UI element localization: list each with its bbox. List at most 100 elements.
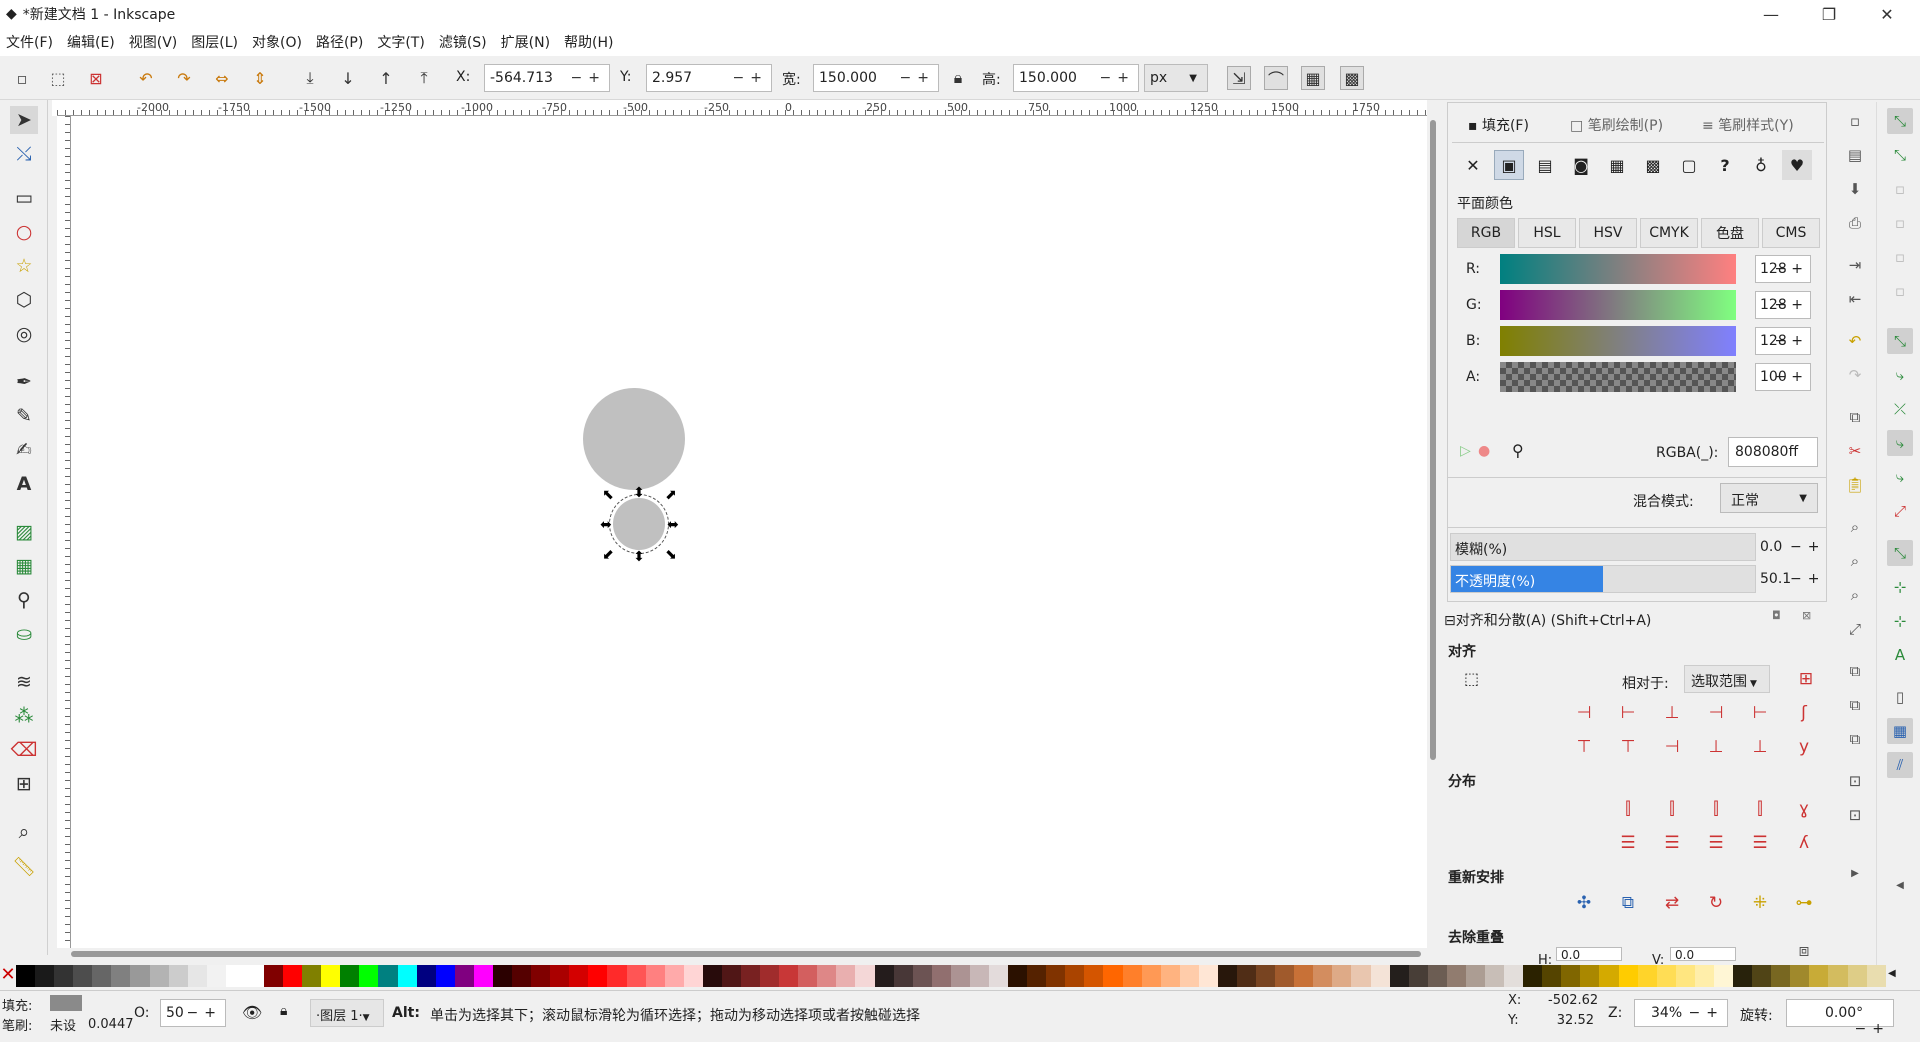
color-mode-hsl[interactable]: HSL	[1518, 218, 1576, 248]
layer-visibility-icon[interactable]: 👁︎	[242, 1003, 262, 1022]
palette-swatch[interactable]	[1866, 965, 1886, 987]
duplicate-icon[interactable]: ⧉	[1842, 658, 1868, 684]
color-mode-cmyk[interactable]: CMYK	[1640, 218, 1698, 248]
remove-overlaps-icon[interactable]: ⧈	[1790, 941, 1818, 961]
ungroup-icon[interactable]: ⊡	[1842, 802, 1868, 828]
align-baseline-h-icon[interactable]: ʃ	[1790, 699, 1818, 727]
maximize-button[interactable]: ❐	[1800, 0, 1858, 28]
distribute-bottom-icon[interactable]: ☰	[1702, 829, 1730, 857]
palette-swatch[interactable]	[1370, 965, 1390, 987]
copy-icon[interactable]: ⧉	[1842, 404, 1868, 430]
tab-fill[interactable]: ▪ 填充(F)	[1468, 115, 1529, 135]
snap-enable-icon[interactable]: ⤡	[1887, 108, 1913, 134]
menu-edit[interactable]: 编辑(E)	[67, 32, 115, 52]
distribute-center-h-icon[interactable]: ⫿	[1658, 795, 1686, 823]
palette-swatch[interactable]	[1523, 965, 1543, 987]
spray-tool-icon[interactable]: ⁂	[10, 702, 38, 730]
snap-grids-icon[interactable]: ▦	[1887, 718, 1913, 744]
palette-swatch[interactable]	[550, 965, 570, 987]
palette-swatch[interactable]	[1485, 965, 1505, 987]
palette-swatch[interactable]	[302, 965, 322, 987]
select-all-icon[interactable]: ▫	[10, 66, 34, 90]
unset-paint-icon[interactable]: ?	[1710, 150, 1740, 180]
snap-bbox-corners-icon[interactable]: ▫	[1887, 210, 1913, 236]
tab-stroke-paint[interactable]: □ 笔刷绘制(P)	[1570, 115, 1663, 135]
vertical-ruler[interactable]	[57, 116, 71, 948]
palette-swatch[interactable]	[664, 965, 684, 987]
align-right-icon[interactable]: ⊣	[1702, 699, 1730, 727]
palette-swatch[interactable]	[1504, 965, 1524, 987]
palette-swatch[interactable]	[569, 965, 589, 987]
align-top-to-bottom-icon[interactable]: ⊥	[1746, 733, 1774, 761]
channel-g-input[interactable]: 128 −+	[1755, 291, 1811, 319]
channel-r-slider[interactable]	[1500, 254, 1736, 284]
paint-bucket-tool-icon[interactable]: ⛀	[10, 620, 38, 648]
palette-swatch[interactable]	[397, 965, 417, 987]
snap-midpoints-icon[interactable]: ⤢	[1887, 498, 1913, 524]
palette-menu-icon[interactable]: ◀	[1888, 968, 1896, 979]
deselect-icon[interactable]: ⊠	[84, 66, 108, 90]
palette-swatch[interactable]	[225, 965, 245, 987]
palette-swatch[interactable]	[1122, 965, 1142, 987]
channel-a-slider[interactable]	[1500, 362, 1736, 392]
palette-swatch[interactable]	[244, 965, 265, 987]
pattern-icon[interactable]: ▩	[1638, 150, 1668, 180]
palette-swatch[interactable]	[817, 965, 837, 987]
undo-icon[interactable]: ↶	[1842, 328, 1868, 354]
horizontal-scroll-thumb[interactable]	[71, 951, 1421, 957]
fill-rule-nonzero-icon[interactable]: ♥	[1782, 150, 1812, 180]
x-input[interactable]: -564.713 −+	[484, 64, 610, 92]
channel-r-input[interactable]: 128 −+	[1755, 255, 1811, 283]
palette-swatch[interactable]	[645, 965, 665, 987]
snap-object-centers-icon[interactable]: ⊹	[1887, 574, 1913, 600]
menu-layer[interactable]: 图层(L)	[191, 32, 238, 52]
scale-handle-e-icon[interactable]: ⬌	[666, 517, 680, 533]
snap-guides-icon[interactable]: ⫽	[1887, 752, 1913, 778]
palette-swatch[interactable]	[912, 965, 932, 987]
palette-swatch[interactable]	[1141, 965, 1161, 987]
zoom-drawing-icon[interactable]: ⌕	[1842, 548, 1868, 574]
palette-swatch[interactable]	[435, 965, 455, 987]
palette-swatch[interactable]	[588, 965, 608, 987]
palette-swatch[interactable]	[1160, 965, 1180, 987]
scale-handle-n-icon[interactable]: ⬍	[632, 485, 646, 501]
panel-iconify-icon[interactable]: ◘	[1772, 609, 1781, 622]
palette-swatch[interactable]	[1427, 965, 1447, 987]
palette-swatch[interactable]	[760, 965, 780, 987]
text-tool-icon[interactable]: A	[10, 470, 38, 498]
randomize-positions-icon[interactable]: ⁜	[1746, 889, 1774, 917]
cut-icon[interactable]: ✂	[1842, 438, 1868, 464]
palette-swatch[interactable]	[1046, 965, 1066, 987]
connector-tool-icon[interactable]: ⊞	[10, 770, 38, 798]
scale-handle-w-icon[interactable]: ⬌	[599, 517, 613, 533]
print-icon[interactable]: ⎙	[1842, 210, 1868, 236]
more-commands-icon[interactable]: ▶	[1842, 860, 1868, 886]
group-icon[interactable]: ⊡	[1842, 768, 1868, 794]
palette-swatch[interactable]	[1313, 965, 1333, 987]
stroke-indicator-value[interactable]: 未设	[50, 1015, 76, 1034]
palette-swatch[interactable]	[1637, 965, 1657, 987]
dropper-tool-icon[interactable]: ⚲	[10, 586, 38, 614]
zoom-tool-icon[interactable]: ⌕	[10, 818, 38, 846]
palette-swatch[interactable]	[1733, 965, 1753, 987]
opacity-value[interactable]: 50.1	[1760, 571, 1791, 587]
snap-rotation-centers-icon[interactable]: ⊹	[1887, 608, 1913, 634]
palette-swatch[interactable]	[1179, 965, 1199, 987]
relative-to-select[interactable]: 选取范围 ▼	[1684, 665, 1770, 693]
color-mode-wheel[interactable]: 色盘	[1701, 218, 1759, 248]
menu-help[interactable]: 帮助(H)	[564, 32, 613, 52]
drawing-canvas[interactable]: ⬉ ⬍ ⬈ ⬌ ⬌ ⬋ ⬍ ⬊	[71, 116, 1427, 948]
palette-swatch[interactable]	[836, 965, 856, 987]
palette-swatch[interactable]	[1217, 965, 1237, 987]
tweak-tool-icon[interactable]: ≋	[10, 668, 38, 696]
palette-swatch[interactable]	[1713, 965, 1734, 987]
palette-swatch[interactable]	[1656, 965, 1676, 987]
lower-icon[interactable]: ↓	[336, 66, 360, 90]
palette-swatch[interactable]	[893, 965, 913, 987]
fill-rule-evenodd-icon[interactable]: ♁	[1746, 150, 1776, 180]
mesh-gradient-icon[interactable]: ▦	[1602, 150, 1632, 180]
scale-handle-s-icon[interactable]: ⬍	[632, 549, 646, 565]
treat-as-group-icon[interactable]: ⬚	[1464, 669, 1479, 688]
export-icon[interactable]: ⇤	[1842, 286, 1868, 312]
exchange-positions-icon[interactable]: ⧉	[1614, 889, 1642, 917]
